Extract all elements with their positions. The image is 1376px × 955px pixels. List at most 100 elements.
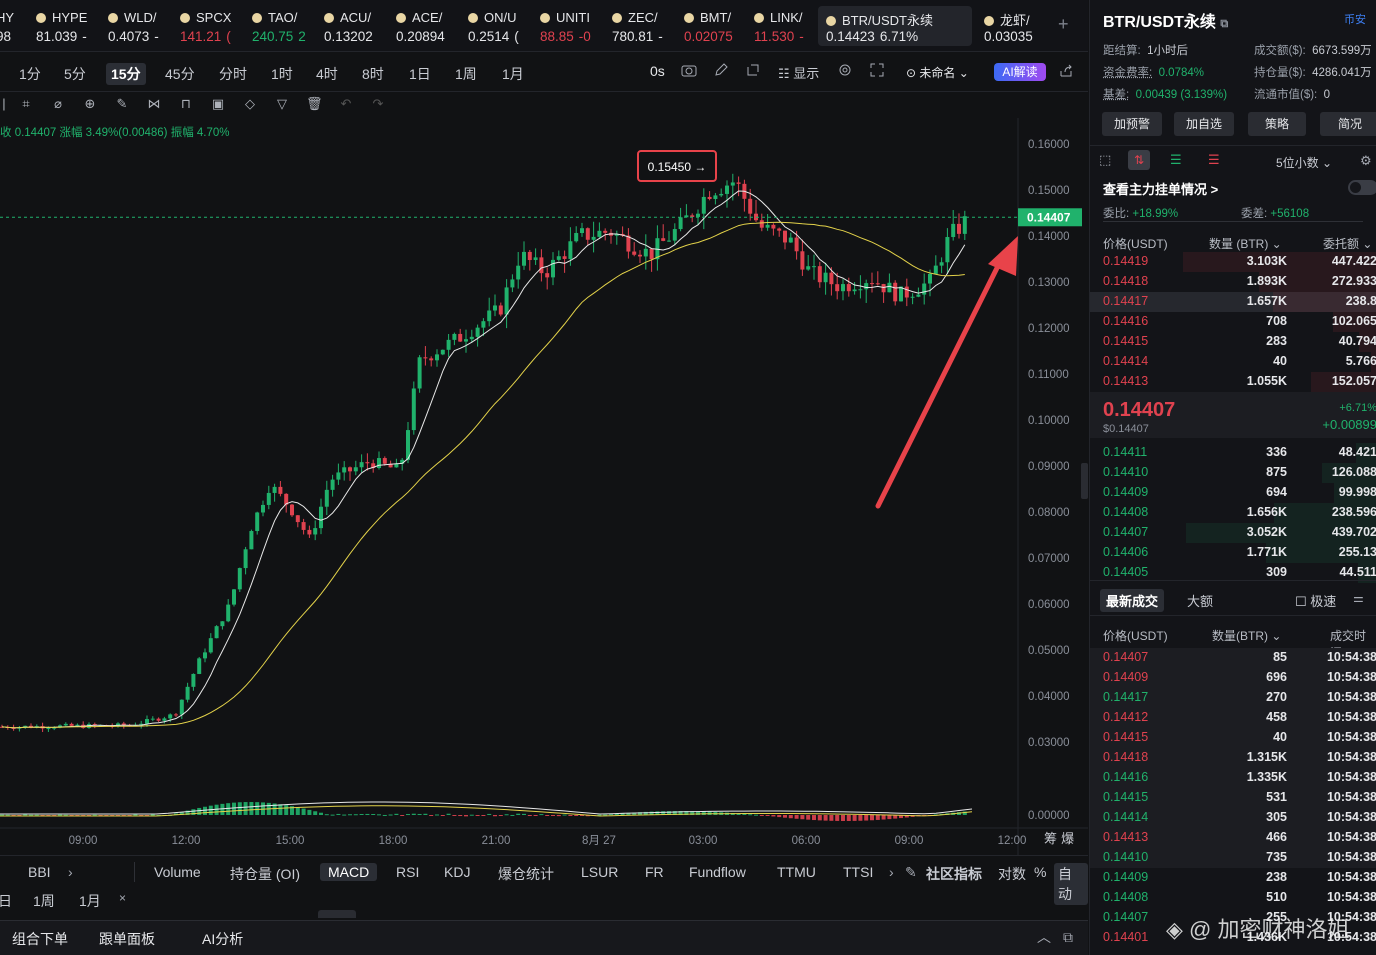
ticker-item[interactable]: BTR/USDT永续 0.14423 6.71% [818, 6, 972, 46]
lock-icon[interactable]: ⊓ [178, 96, 194, 112]
basis[interactable]: 基差: 0.00439 (3.139%) [1103, 86, 1227, 102]
add-ticker-icon[interactable]: + [1058, 14, 1069, 35]
ticker-item[interactable]: SPCX 141.21 ( [180, 6, 246, 46]
filter-lines-icon[interactable]: ⚌ [1353, 591, 1364, 605]
indicator-tab[interactable]: 持仓量 (OI) [230, 864, 300, 884]
exchange-label[interactable]: 币安 [1344, 11, 1366, 27]
decimals-select[interactable]: 5位小数 ⌄ [1276, 154, 1332, 171]
fullscreen-icon[interactable] [869, 62, 885, 78]
bid-row[interactable]: 0.14411 336 48.421 [1090, 443, 1376, 463]
copy-icon[interactable]: ⧉ [1220, 18, 1228, 30]
timeframe-option[interactable]: 1分 [14, 63, 46, 85]
latest-trades-tab[interactable]: 最新成交 [1100, 589, 1165, 612]
timeframe-option[interactable]: 1时 [266, 63, 298, 85]
cursor-line-icon[interactable]: | [0, 96, 12, 112]
crosshair-icon[interactable]: ⌗ [18, 96, 34, 112]
settings-icon[interactable]: ⚙ [1360, 153, 1372, 169]
period-option[interactable]: 1周 [33, 891, 55, 911]
indicator-tab[interactable]: LSUR [581, 864, 618, 880]
indicator-tab[interactable]: 爆仓统计 [498, 864, 554, 884]
bid-row[interactable]: 0.14406 1.771K 255.13 [1090, 543, 1376, 563]
add-watchlist-button[interactable]: 加自选 [1174, 112, 1234, 136]
close-icon[interactable]: × [119, 891, 126, 905]
ticker-item[interactable]: UNITI 88.85 -0 [540, 6, 606, 46]
bid-row[interactable]: 0.14408 1.656K 238.596 [1090, 503, 1376, 523]
indicator-tab[interactable]: 对数 [998, 864, 1026, 884]
copy-trade-tab[interactable]: 跟单面板 [99, 929, 155, 949]
trash-icon[interactable]: 🗑 [306, 96, 323, 112]
ticker-item[interactable]: HY 98 [0, 6, 32, 46]
redo-icon[interactable]: ↷ [370, 96, 386, 112]
indicator-tab[interactable]: MACD [320, 863, 378, 881]
indicator-tab[interactable]: Volume [154, 864, 201, 880]
overview-button[interactable]: 简况 [1320, 112, 1376, 136]
period-option[interactable]: 1月 [79, 891, 101, 911]
zoom-in-icon[interactable]: ⊕ [82, 96, 98, 112]
ticker-item[interactable]: WLD/0.4073- [108, 6, 174, 46]
period-option[interactable]: 日 [0, 891, 12, 911]
book-asks-icon[interactable]: ☰ [1208, 152, 1220, 168]
book-bids-icon[interactable]: ☰ [1170, 152, 1182, 168]
indicator-tab[interactable]: % [1034, 864, 1046, 880]
indicator-tab[interactable]: BBI [28, 864, 51, 880]
indicator-tab[interactable]: TTSI [843, 864, 873, 880]
combo-order-tab[interactable]: 组合下单 [12, 929, 68, 949]
undo-icon[interactable]: ↶ [338, 96, 354, 112]
bid-row[interactable]: 0.14410 875 126.088 [1090, 463, 1376, 483]
settings-icon[interactable] [837, 62, 853, 78]
ticker-item[interactable]: LINK/11.530- [754, 6, 814, 46]
edit-icon[interactable]: ✎ [905, 864, 917, 881]
ai-interpret-button[interactable]: AI解读 [994, 63, 1046, 81]
layout-menu[interactable]: ⊙ 未命名 ⌄ [906, 64, 969, 81]
collapse-handle[interactable] [318, 910, 356, 918]
chevron-up-icon[interactable]: ︿ [1037, 927, 1051, 947]
large-trades-tab[interactable]: 大额 [1187, 591, 1213, 610]
ask-row[interactable]: 0.14413 1.055K 152.057 [1090, 372, 1376, 392]
ob-total-header[interactable]: 委托额 ⌄ [1323, 235, 1372, 252]
timeframe-option[interactable]: 1日 [404, 63, 436, 85]
fast-mode-checkbox[interactable]: ☐ 极速 [1295, 591, 1336, 610]
ask-row[interactable]: 0.14419 3.103K 447.422 [1090, 252, 1376, 272]
popout-icon[interactable]: ⧉ [1063, 929, 1073, 946]
ticker-item[interactable]: 龙虾/0.03035 [984, 6, 1044, 46]
tr-qty-header[interactable]: 数量(BTR) ⌄ [1212, 627, 1281, 644]
ticker-item[interactable]: TAO/240.75 2 [252, 6, 318, 46]
timeframe-option[interactable]: 15分 [106, 63, 146, 85]
timeframe-option[interactable]: 分时 [214, 63, 252, 85]
expand-icon[interactable]: ⬚ [1099, 152, 1111, 168]
bid-row[interactable]: 0.14407 3.052K 439.702 [1090, 523, 1376, 543]
share-frame-icon[interactable] [745, 62, 761, 78]
ob-qty-header[interactable]: 数量 (BTR) ⌄ [1209, 235, 1282, 252]
indicator-tab[interactable]: RSI [396, 864, 419, 880]
indicator-tab[interactable]: FR [645, 864, 664, 880]
display-menu[interactable]: ☷ 显示 [778, 63, 819, 82]
ticker-item[interactable]: BMT/0.02075 [684, 6, 750, 46]
timeframe-option[interactable]: 8时 [357, 63, 389, 85]
timeframe-option[interactable]: 45分 [160, 63, 200, 85]
add-alert-button[interactable]: 加预警 [1102, 112, 1162, 136]
ruler-icon[interactable]: ⌀ [50, 96, 66, 112]
brush-icon[interactable]: ✎ [114, 96, 130, 112]
ask-row[interactable]: 0.14417 1.657K 238.8 [1090, 292, 1376, 312]
ask-row[interactable]: 0.14414 40 5.766 [1090, 352, 1376, 372]
chevron-right-icon[interactable]: › [889, 864, 894, 880]
ticker-item[interactable]: ACE/0.20894 [396, 6, 462, 46]
indicator-tab[interactable]: 社区指标 [926, 864, 982, 884]
filter-icon[interactable]: ▽ [274, 96, 290, 112]
price-chart[interactable]: 0.16000 0.15000 0.14000 0.13000 0.12000 0.110… [0, 118, 1088, 855]
main-orders-link[interactable]: 查看主力挂单情况 > [1103, 179, 1218, 198]
main-orders-toggle[interactable] [1348, 180, 1376, 195]
ticker-item[interactable]: ON/U 0.2514 ( [468, 6, 534, 46]
ticker-item[interactable]: ZEC/780.81- [612, 6, 678, 46]
timeframe-option[interactable]: 5分 [59, 63, 91, 85]
ask-row[interactable]: 0.14418 1.893K 272.933 [1090, 272, 1376, 292]
eraser-icon[interactable]: ◇ [242, 96, 258, 112]
pencil-icon[interactable] [713, 62, 729, 78]
ask-row[interactable]: 0.14416 708 102.065 [1090, 312, 1376, 332]
book-both-icon[interactable]: ⇅ [1128, 150, 1150, 170]
timeframe-option[interactable]: 4时 [311, 63, 343, 85]
ask-row[interactable]: 0.14415 283 40.794 [1090, 332, 1376, 352]
camera-icon[interactable] [680, 62, 698, 78]
chevron-right-icon[interactable]: › [68, 864, 73, 880]
indicator-tab[interactable]: TTMU [777, 864, 816, 880]
